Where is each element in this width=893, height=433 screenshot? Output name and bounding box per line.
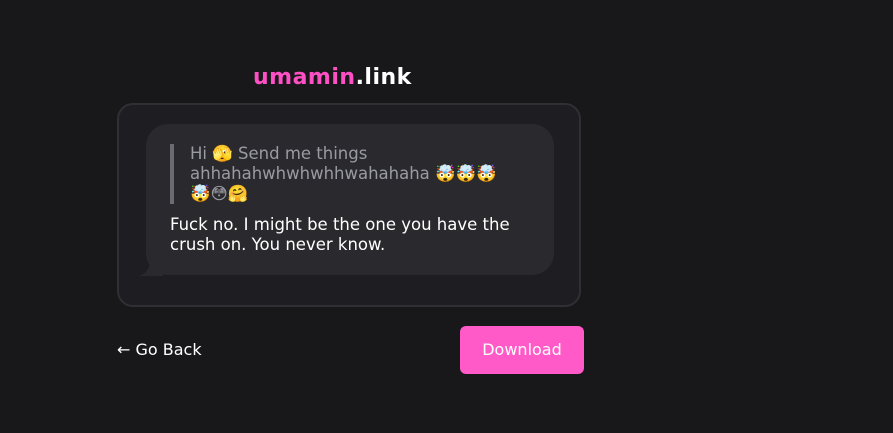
reply-message: Fuck no. I might be the one you have the… [170, 215, 510, 254]
logo-tld: .link [355, 65, 412, 90]
go-back-link[interactable]: ← Go Back [117, 339, 202, 361]
download-button[interactable]: Download [460, 326, 584, 374]
site-logo: umamin.link [253, 62, 449, 94]
quoted-message: Hi 🫣 Send me things ahhahahwhwhwhhwahaha… [170, 144, 515, 204]
logo-brand: umamin [253, 65, 356, 90]
